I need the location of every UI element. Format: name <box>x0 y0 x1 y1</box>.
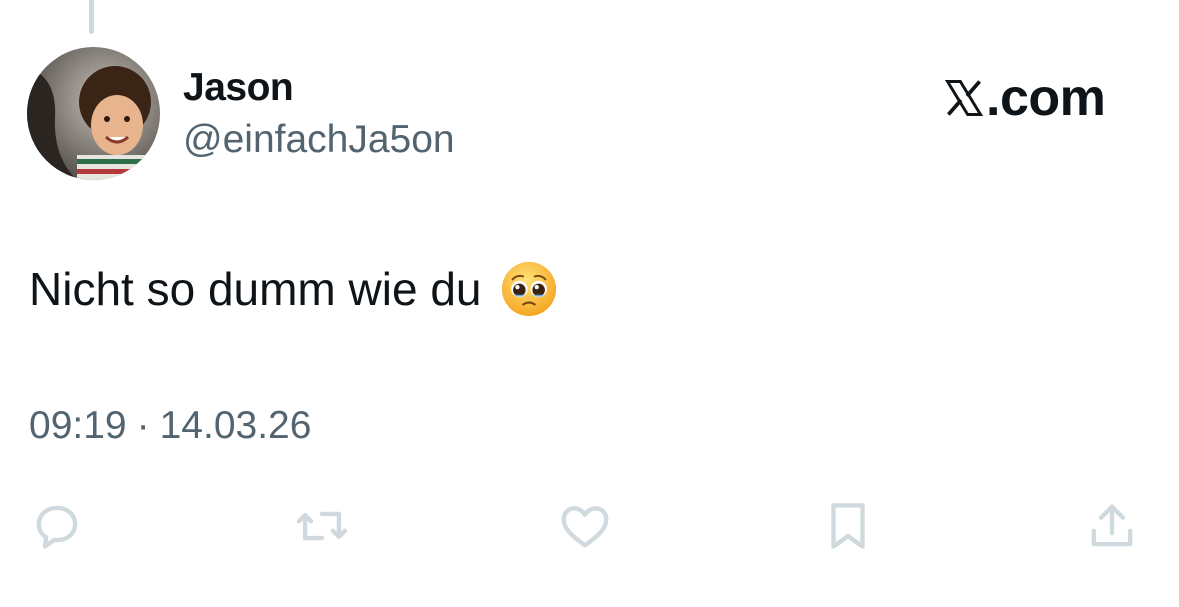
tweet-date: 14.03.26 <box>159 404 312 447</box>
x-brand-watermark: .com <box>942 69 1106 127</box>
tweet-body: Nicht so dumm wie du <box>29 260 558 318</box>
brand-domain-text: .com <box>986 69 1106 127</box>
meta-separator: · <box>136 404 150 447</box>
like-button[interactable] <box>555 496 615 556</box>
bookmark-button[interactable] <box>818 496 878 556</box>
reply-button[interactable] <box>27 496 87 556</box>
x-logo-icon <box>944 80 984 116</box>
tweet-time: 09:19 <box>29 404 127 447</box>
retweet-icon <box>296 511 348 541</box>
avatar[interactable] <box>27 47 160 180</box>
pleading-face-emoji-icon <box>501 261 556 317</box>
tweet-action-bar <box>0 496 1179 556</box>
share-button[interactable] <box>1082 496 1142 556</box>
share-icon <box>1091 504 1133 547</box>
author-handle[interactable]: @einfachJa5on <box>183 116 455 164</box>
bookmark-icon <box>831 503 865 549</box>
profile-photo-icon <box>27 47 160 180</box>
author-display-name[interactable]: Jason <box>183 64 294 112</box>
like-icon <box>561 506 609 548</box>
reply-icon <box>36 505 78 549</box>
thread-connector-line <box>89 0 94 34</box>
retweet-button[interactable] <box>292 496 352 556</box>
tweet-text: Nicht so dumm wie du <box>29 263 482 315</box>
tweet-timestamp[interactable]: 09:19 · 14.03.26 <box>29 402 311 450</box>
